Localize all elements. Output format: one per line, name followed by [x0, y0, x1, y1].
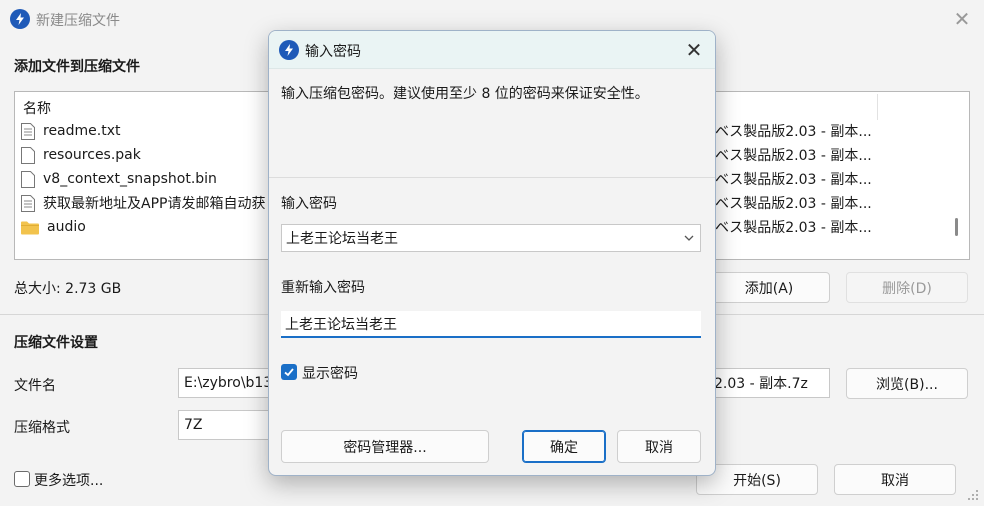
close-icon[interactable]: ✕ — [946, 4, 978, 34]
text-file-icon — [21, 122, 35, 140]
file-name: v8_context_snapshot.bin — [43, 171, 217, 187]
folder-icon — [21, 221, 39, 234]
file-path-cell: ベス製品版2.03 - 副本... — [715, 124, 872, 140]
close-icon[interactable]: ✕ — [679, 35, 709, 65]
file-path-cell: ベス製品版2.03 - 副本... — [715, 196, 872, 212]
show-password-checkbox[interactable] — [281, 364, 297, 380]
show-password-label[interactable]: 显示密码 — [302, 363, 358, 383]
chevron-down-icon[interactable] — [682, 231, 696, 245]
app-logo-icon — [10, 9, 30, 29]
file-name: resources.pak — [43, 147, 141, 163]
add-button[interactable]: 添加(A) — [708, 272, 830, 303]
divider — [269, 177, 715, 178]
password-manager-button[interactable]: 密码管理器... — [281, 430, 489, 463]
reenter-password-label: 重新输入密码 — [281, 280, 365, 296]
text-file-icon — [21, 194, 35, 212]
checkmark-icon — [284, 368, 294, 377]
file-name: audio — [47, 219, 86, 235]
filename-label: 文件名 — [14, 378, 56, 394]
file-icon — [21, 170, 35, 188]
more-options-checkbox[interactable] — [14, 471, 30, 487]
filename-input-tail[interactable]: 2.03 - 副本.7z — [712, 368, 830, 398]
cancel-button[interactable]: 取消 — [617, 430, 701, 463]
app-logo-icon — [279, 40, 299, 60]
resize-grip-icon[interactable] — [966, 488, 980, 502]
more-options-label[interactable]: 更多选项... — [34, 470, 103, 490]
file-path-cell: ベス製品版2.03 - 副本... — [715, 172, 872, 188]
list-item[interactable]: audio — [21, 216, 86, 238]
cancel-button[interactable]: 取消 — [834, 464, 956, 495]
scrollbar-thumb[interactable] — [955, 218, 958, 236]
file-path-cell: ベス製品版2.03 - 副本... — [715, 148, 872, 164]
file-path-cell: ベス製品版2.03 - 副本... — [715, 220, 872, 236]
window-title: 新建压缩文件 — [36, 13, 120, 29]
column-header-name[interactable]: 名称 — [23, 98, 51, 118]
dialog-description: 输入压缩包密码。建议使用至少 8 位的密码来保证安全性。 — [281, 86, 649, 102]
file-name: 获取最新地址及APP请发邮箱自动获 — [43, 196, 266, 212]
filename-input[interactable]: E:\zybro\b13 — [178, 368, 278, 398]
list-item[interactable]: 获取最新地址及APP请发邮箱自动获 — [21, 192, 265, 214]
file-icon — [21, 146, 35, 164]
password-value: 上老王论坛当老王 — [286, 231, 398, 247]
add-files-heading: 添加文件到压缩文件 — [14, 59, 140, 75]
reenter-password-input[interactable]: 上老王论坛当老王 — [281, 311, 701, 338]
total-size: 总大小: 2.73 GB — [14, 281, 122, 297]
dialog-title-bar: 输入密码 ✕ — [269, 31, 715, 69]
delete-button[interactable]: 删除(D) — [846, 272, 968, 303]
list-item[interactable]: v8_context_snapshot.bin — [21, 168, 217, 190]
list-item[interactable]: readme.txt — [21, 120, 121, 142]
password-label: 输入密码 — [281, 196, 337, 212]
format-label: 压缩格式 — [14, 420, 70, 436]
file-name: readme.txt — [43, 123, 121, 139]
format-select[interactable]: 7Z — [178, 410, 278, 440]
ok-button[interactable]: 确定 — [522, 430, 606, 463]
dialog-title: 输入密码 — [305, 44, 361, 60]
archive-settings-heading: 压缩文件设置 — [14, 335, 98, 351]
browse-button[interactable]: 浏览(B)... — [846, 368, 968, 399]
list-item[interactable]: resources.pak — [21, 144, 141, 166]
column-divider[interactable] — [877, 94, 878, 120]
password-combobox[interactable]: 上老王论坛当老王 — [281, 224, 701, 252]
password-dialog: 输入密码 ✕ 输入压缩包密码。建议使用至少 8 位的密码来保证安全性。 输入密码… — [268, 30, 716, 476]
